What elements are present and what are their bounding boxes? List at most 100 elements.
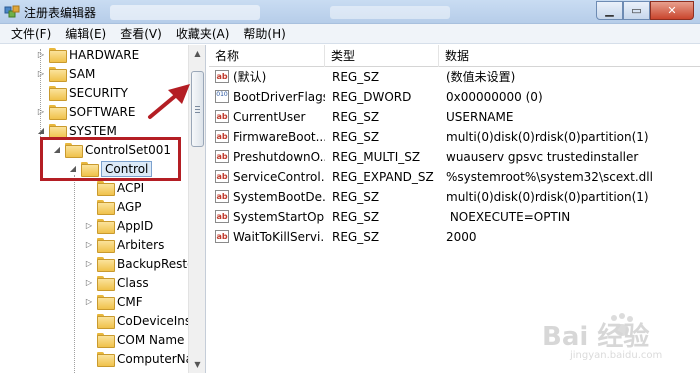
annotation-arrow-icon xyxy=(148,84,190,119)
string-value-icon: ab xyxy=(215,70,229,83)
expand-arrow-icon[interactable]: ▷ xyxy=(84,297,94,306)
collapse-arrow-icon[interactable]: ◢ xyxy=(36,126,46,135)
folder-icon xyxy=(97,200,115,215)
expand-arrow-icon[interactable]: ▷ xyxy=(36,69,46,78)
binary-value-icon: 010 xyxy=(215,90,229,103)
window-title: 注册表编辑器 xyxy=(24,6,97,20)
tree-guide-line xyxy=(74,175,75,373)
scrollbar-thumb[interactable] xyxy=(191,71,204,147)
expand-arrow-icon[interactable]: ▷ xyxy=(84,278,94,287)
table-row[interactable]: ab PreshutdownO... REG_MULTI_SZ wuauserv… xyxy=(209,147,700,167)
menu-favorites[interactable]: 收藏夹(A) xyxy=(169,24,237,44)
table-row[interactable]: ab WaitToKillServi... REG_SZ 2000 xyxy=(209,227,700,247)
folder-icon xyxy=(97,276,115,291)
menu-file[interactable]: 文件(F) xyxy=(4,24,58,44)
tree-item-label: Class xyxy=(117,275,149,290)
column-header-name[interactable]: 名称 xyxy=(209,45,325,67)
value-name: CurrentUser xyxy=(233,110,306,124)
value-type: REG_MULTI_SZ xyxy=(332,150,421,164)
window-controls: ▁ ▭ ✕ xyxy=(596,1,694,20)
string-value-icon: ab xyxy=(215,150,229,163)
expand-arrow-icon[interactable]: ▷ xyxy=(36,50,46,59)
value-data: wuauserv gpsvc trustedinstaller xyxy=(446,150,639,164)
string-value-icon: ab xyxy=(215,170,229,183)
watermark-brand: Bai 经验 xyxy=(542,322,650,352)
table-row[interactable]: ab CurrentUser REG_SZ USERNAME xyxy=(209,107,700,127)
value-data: 2000 xyxy=(446,230,477,244)
table-row[interactable]: ab (默认) REG_SZ (数值未设置) xyxy=(209,67,700,87)
tree-item-security[interactable]: SECURITY xyxy=(36,83,128,102)
tree-item-label: AGP xyxy=(117,199,142,214)
table-row[interactable]: ab SystemStartOp... REG_SZ NOEXECUTE=OPT… xyxy=(209,207,700,227)
baidu-jingyan-watermark: Bai 经验 jingyan.baidu.com xyxy=(532,310,697,368)
tree-item-label: HARDWARE xyxy=(69,47,140,62)
grip-icon xyxy=(195,106,200,113)
tree-item-agp[interactable]: AGP xyxy=(84,197,142,216)
expand-arrow-icon[interactable]: ▷ xyxy=(84,259,94,268)
menu-help[interactable]: 帮助(H) xyxy=(236,24,292,44)
tree-item-label: AppID xyxy=(117,218,154,233)
folder-icon xyxy=(49,105,67,120)
value-name: PreshutdownO... xyxy=(233,150,325,164)
tree-item-sam[interactable]: ▷ SAM xyxy=(36,64,95,83)
expand-arrow-icon[interactable]: ▷ xyxy=(36,107,46,116)
close-icon: ✕ xyxy=(667,4,677,17)
value-name: BootDriverFlags xyxy=(233,90,325,104)
tree-item-label: SYSTEM xyxy=(69,123,117,138)
minimize-button[interactable]: ▁ xyxy=(596,1,623,20)
folder-icon xyxy=(49,86,67,101)
minimize-icon: ▁ xyxy=(605,4,614,17)
value-type: REG_SZ xyxy=(332,230,380,244)
menu-edit[interactable]: 编辑(E) xyxy=(58,24,113,44)
tree-item-label: ACPI xyxy=(117,180,145,195)
value-data: USERNAME xyxy=(446,110,514,124)
table-row[interactable]: ab SystemBootDe... REG_SZ multi(0)disk(0… xyxy=(209,187,700,207)
tree-item-arbiters[interactable]: ▷ Arbiters xyxy=(84,235,164,254)
tree-item-label: CMF xyxy=(117,294,143,309)
value-type: REG_SZ xyxy=(332,190,380,204)
close-button[interactable]: ✕ xyxy=(650,1,694,20)
folder-icon xyxy=(97,295,115,310)
tree-item-label: SECURITY xyxy=(69,85,128,100)
value-type: REG_SZ xyxy=(332,70,380,84)
value-name: SystemBootDe... xyxy=(233,190,325,204)
expand-arrow-icon[interactable]: ▷ xyxy=(84,221,94,230)
string-value-icon: ab xyxy=(215,210,229,223)
scroll-up-arrow-icon[interactable]: ▲ xyxy=(189,45,206,62)
value-data: multi(0)disk(0)rdisk(0)partition(1) xyxy=(446,130,649,144)
tree-item-appid[interactable]: ▷ AppID xyxy=(84,216,153,235)
table-row[interactable]: ab ServiceControl... REG_EXPAND_SZ %syst… xyxy=(209,167,700,187)
tree-item-label: SAM xyxy=(69,66,96,81)
expand-arrow-icon[interactable]: ▷ xyxy=(84,240,94,249)
value-type: REG_DWORD xyxy=(332,90,412,104)
column-header-data[interactable]: 数据 xyxy=(439,45,700,67)
folder-icon xyxy=(49,48,67,63)
column-header-type[interactable]: 类型 xyxy=(325,45,439,67)
annotation-highlight-box xyxy=(40,137,181,181)
value-type: REG_SZ xyxy=(332,130,380,144)
value-name: SystemStartOp... xyxy=(233,210,325,224)
folder-icon xyxy=(49,124,67,139)
watermark-url: jingyan.baidu.com xyxy=(570,350,663,361)
value-data: 0x00000000 (0) xyxy=(446,90,543,104)
menu-view[interactable]: 查看(V) xyxy=(113,24,169,44)
scroll-down-arrow-icon[interactable]: ▼ xyxy=(189,356,206,373)
string-value-icon: ab xyxy=(215,190,229,203)
tree-item-label: SOFTWARE xyxy=(69,104,136,119)
tree-item-class[interactable]: ▷ Class xyxy=(84,273,149,292)
value-type: REG_EXPAND_SZ xyxy=(332,170,434,184)
string-value-icon: ab xyxy=(215,230,229,243)
table-row[interactable]: 010 BootDriverFlags REG_DWORD 0x00000000… xyxy=(209,87,700,107)
value-data: NOEXECUTE=OPTIN xyxy=(446,210,571,224)
tree-item-software[interactable]: ▷ SOFTWARE xyxy=(36,102,135,121)
folder-icon xyxy=(97,219,115,234)
table-row[interactable]: ab FirmwareBoot... REG_SZ multi(0)disk(0… xyxy=(209,127,700,147)
regedit-app-icon xyxy=(4,5,20,18)
value-name: FirmwareBoot... xyxy=(233,130,325,144)
maximize-button[interactable]: ▭ xyxy=(623,1,650,20)
folder-icon xyxy=(97,257,115,272)
folder-icon xyxy=(97,238,115,253)
tree-item-hardware[interactable]: ▷ HARDWARE xyxy=(36,45,139,64)
tree-item-cmf[interactable]: ▷ CMF xyxy=(84,292,143,311)
string-value-icon: ab xyxy=(215,130,229,143)
